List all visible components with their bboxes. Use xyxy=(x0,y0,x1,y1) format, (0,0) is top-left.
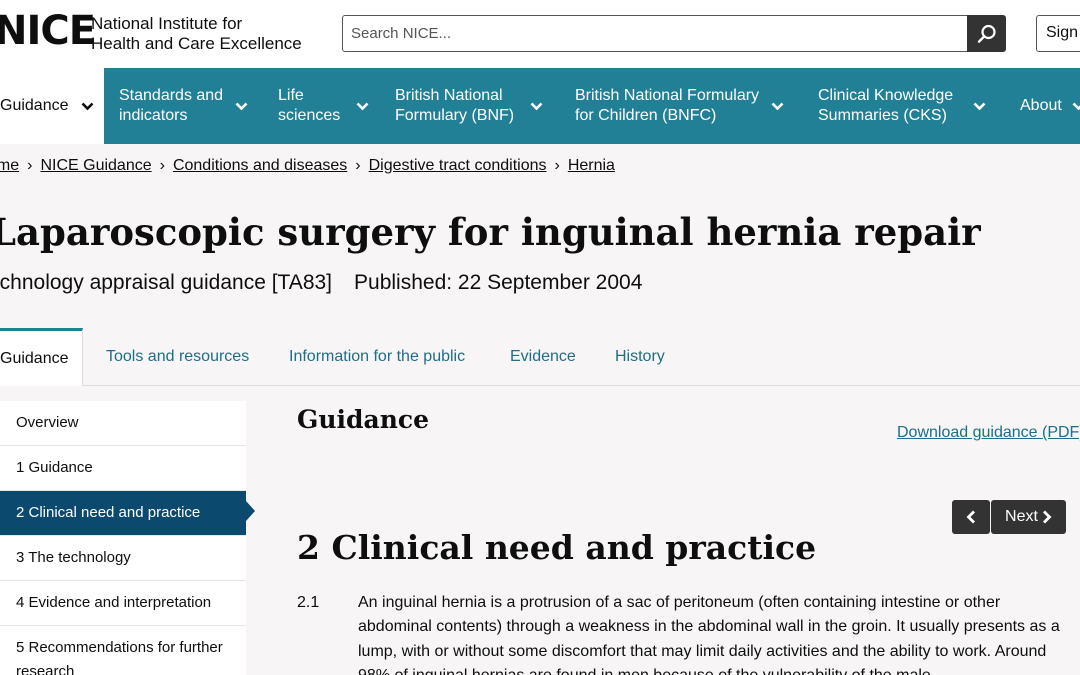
search-button[interactable] xyxy=(967,15,1006,52)
nav-bnfc[interactable]: British National Formulary for Children (… xyxy=(575,68,784,144)
nav-life-sciences[interactable]: Life sciences xyxy=(278,68,369,144)
tab-information-for-public[interactable]: Information for the public xyxy=(289,328,465,386)
site-header: NICE National Institute for Health and C… xyxy=(0,0,1080,68)
previous-button[interactable] xyxy=(952,500,990,534)
sidebar-item-recommendations[interactable]: 5 Recommendations for further research xyxy=(0,626,246,675)
tab-tools-and-resources[interactable]: Tools and resources xyxy=(106,328,249,386)
breadcrumb-hernia[interactable]: Hernia xyxy=(568,157,615,174)
breadcrumb-separator: › xyxy=(554,157,560,174)
breadcrumb-digestive[interactable]: Digestive tract conditions xyxy=(369,157,547,174)
nice-logo[interactable]: NICE xyxy=(0,11,96,51)
chevron-right-icon xyxy=(1042,510,1052,524)
chevron-left-icon xyxy=(966,510,975,524)
next-button-label: Next xyxy=(1005,508,1038,525)
sidebar-item-overview[interactable]: Overview xyxy=(0,401,246,446)
search-icon xyxy=(977,24,996,43)
sidebar-item-technology[interactable]: 3 The technology xyxy=(0,536,246,581)
tab-history[interactable]: History xyxy=(615,328,665,386)
breadcrumb-separator: › xyxy=(159,157,165,174)
chevron-down-icon xyxy=(1072,102,1080,110)
chevron-down-icon xyxy=(530,102,543,110)
org-name[interactable]: National Institute for Health and Care E… xyxy=(91,14,302,54)
nav-about-label: About xyxy=(1020,97,1062,114)
section-heading: Guidance xyxy=(297,405,430,434)
chevron-down-icon xyxy=(973,102,986,110)
guidance-type-ref: echnology appraisal guidance [TA83] xyxy=(0,271,333,294)
nav-about[interactable]: About xyxy=(1020,68,1080,144)
sidebar-item-guidance[interactable]: 1 Guidance xyxy=(0,446,246,491)
sign-in-button[interactable]: Sign xyxy=(1036,15,1080,52)
breadcrumb-separator: › xyxy=(355,157,361,174)
nav-cks-label: Clinical Knowledge Summaries (CKS) xyxy=(818,87,954,124)
breadcrumb-conditions[interactable]: Conditions and diseases xyxy=(173,157,347,174)
nav-bnfc-label: British National Formulary for Children (… xyxy=(575,87,760,124)
nav-cks[interactable]: Clinical Knowledge Summaries (CKS) xyxy=(818,68,986,144)
nav-bnf[interactable]: British National Formulary (BNF) xyxy=(395,68,543,144)
chevron-down-icon xyxy=(771,102,784,110)
chapter-sidebar: Overview 1 Guidance 2 Clinical need and … xyxy=(0,401,255,675)
page-title: Laparoscopic surgery for inguinal hernia… xyxy=(0,210,981,254)
nav-standards[interactable]: Standards and indicators xyxy=(119,68,248,144)
paragraph-text: An inguinal hernia is a protrusion of a … xyxy=(358,594,1060,675)
breadcrumb-home[interactable]: ome xyxy=(0,157,19,174)
search-input[interactable] xyxy=(342,15,968,52)
sidebar-item-evidence[interactable]: 4 Evidence and interpretation xyxy=(0,581,246,626)
nav-guidance[interactable]: Guidance xyxy=(0,68,104,144)
published-date: Published: 22 September 2004 xyxy=(354,271,643,294)
chevron-down-icon xyxy=(81,102,93,110)
download-pdf-link[interactable]: Download guidance (PDF) xyxy=(897,424,1080,442)
paragraph-number: 2.1 xyxy=(297,594,320,611)
page-tabs: Guidance Tools and resources Information… xyxy=(0,328,1080,386)
nav-bnf-label: British National Formulary (BNF) xyxy=(395,87,515,124)
page-subtitle: echnology appraisal guidance [TA83] Publi… xyxy=(0,270,642,296)
org-name-line1: National Institute for xyxy=(91,14,243,33)
nav-standards-label: Standards and indicators xyxy=(119,87,224,124)
breadcrumb-separator: › xyxy=(27,157,33,174)
main-nav: Guidance Standards and indicators Life sci… xyxy=(0,68,1080,144)
sidebar-item-clinical-need[interactable]: 2 Clinical need and practice xyxy=(0,491,255,536)
breadcrumb-nice-guidance[interactable]: NICE Guidance xyxy=(40,157,151,174)
org-name-line2: Health and Care Excellence xyxy=(91,34,302,53)
chevron-down-icon xyxy=(356,102,369,110)
chapter-heading: 2 Clinical need and practice xyxy=(297,528,817,567)
nav-guidance-label: Guidance xyxy=(0,97,69,114)
nav-life-sciences-label: Life sciences xyxy=(278,87,341,124)
tab-evidence[interactable]: Evidence xyxy=(510,328,576,386)
breadcrumb: ome › NICE Guidance › Conditions and disease… xyxy=(0,157,615,175)
tab-guidance[interactable]: Guidance xyxy=(0,328,83,386)
chevron-down-icon xyxy=(235,102,248,110)
next-button[interactable]: Next xyxy=(991,500,1066,534)
